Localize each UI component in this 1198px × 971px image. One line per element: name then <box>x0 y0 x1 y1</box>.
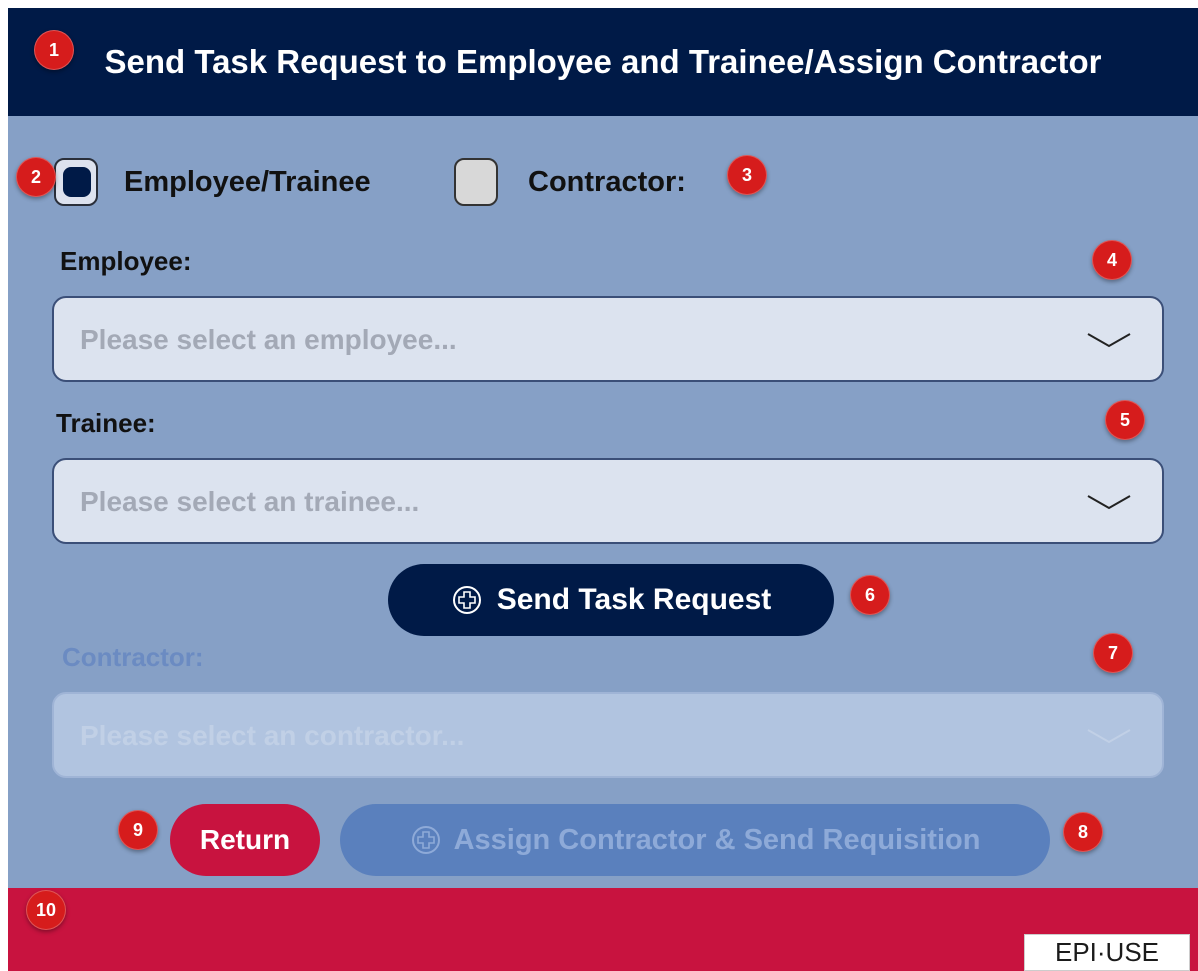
chevron-down-icon <box>1087 729 1131 744</box>
annotation-badge-3: 3 <box>727 155 767 195</box>
assign-contractor-label: Assign Contractor & Send Requisition <box>453 823 981 856</box>
contractor-select[interactable]: Please select an contractor... <box>52 692 1164 778</box>
employee-trainee-checkbox[interactable] <box>54 158 98 206</box>
annotation-badge-9: 9 <box>118 810 158 850</box>
form-body: Employee/Trainee Contractor: Employee: P… <box>8 116 1198 888</box>
trainee-label: Trainee: <box>56 408 156 438</box>
app-frame: Send Task Request to Employee and Traine… <box>8 8 1198 971</box>
employee-select[interactable]: Please select an employee... <box>52 296 1164 382</box>
annotation-badge-8: 8 <box>1063 812 1103 852</box>
return-button-label: Return <box>199 824 291 855</box>
annotation-badge-10: 10 <box>26 890 66 930</box>
epi-use-logo: EPI·USE <box>1024 934 1190 971</box>
annotation-badge-7: 7 <box>1093 633 1133 673</box>
contractor-option-label: Contractor: <box>528 166 686 198</box>
employee-trainee-label: Employee/Trainee <box>124 166 371 198</box>
logo-text: EPI·USE <box>1054 937 1160 967</box>
employee-label: Employee: <box>60 246 192 276</box>
trainee-select-placeholder: Please select an trainee... <box>80 486 420 517</box>
page-header: Send Task Request to Employee and Traine… <box>8 8 1198 116</box>
contractor-label: Contractor: <box>62 642 204 672</box>
plus-circle-icon <box>452 586 481 614</box>
annotation-badge-4: 4 <box>1092 240 1132 280</box>
contractor-checkbox[interactable] <box>454 158 498 206</box>
annotation-badge-5: 5 <box>1105 400 1145 440</box>
annotation-badge-6: 6 <box>850 575 890 615</box>
employee-select-placeholder: Please select an employee... <box>80 324 457 355</box>
send-task-request-button[interactable]: Send Task Request <box>388 564 834 636</box>
assign-contractor-button[interactable]: Assign Contractor & Send Requisition <box>340 804 1050 876</box>
chevron-down-icon <box>1087 495 1131 510</box>
page-title: Send Task Request to Employee and Traine… <box>104 43 1102 80</box>
annotation-badge-1: 1 <box>34 30 74 70</box>
chevron-down-icon <box>1087 333 1131 348</box>
return-button[interactable]: Return <box>170 804 320 876</box>
annotation-badge-2: 2 <box>16 157 56 197</box>
contractor-select-placeholder: Please select an contractor... <box>80 720 465 751</box>
plus-circle-icon <box>411 826 440 854</box>
trainee-select[interactable]: Please select an trainee... <box>52 458 1164 544</box>
send-task-request-label: Send Task Request <box>496 583 772 616</box>
page-footer <box>8 888 1198 971</box>
checkbox-fill <box>63 167 91 197</box>
